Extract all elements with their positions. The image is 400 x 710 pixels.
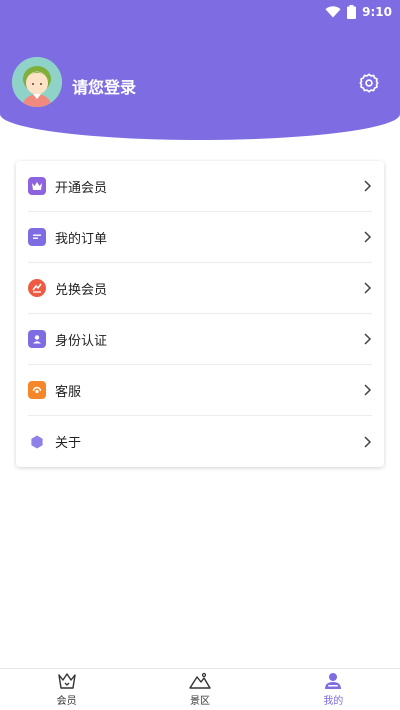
menu-label: 开通会员 xyxy=(55,180,108,196)
avatar[interactable] xyxy=(12,57,62,107)
id-icon xyxy=(28,330,46,348)
nav-item-scenic-area[interactable]: 景区 xyxy=(133,669,266,710)
chevron-right-icon xyxy=(364,282,372,294)
menu-label: 兑换会员 xyxy=(55,282,108,298)
mountain-icon xyxy=(189,672,211,689)
chevron-right-icon xyxy=(364,333,372,345)
nav-item-mine[interactable]: 我的 xyxy=(267,669,400,710)
exchange-icon xyxy=(28,279,46,297)
user-avatar-icon xyxy=(12,57,62,107)
nav-item-membership[interactable]: 会员 xyxy=(0,669,133,710)
bottom-nav: 会员 景区 我的 xyxy=(0,668,400,710)
crown-icon xyxy=(28,177,46,195)
nav-label: 景区 xyxy=(189,696,210,707)
about-icon xyxy=(28,433,46,451)
wifi-icon xyxy=(325,6,341,18)
person-icon xyxy=(325,673,342,689)
chevron-right-icon xyxy=(364,231,372,243)
menu-label: 身份认证 xyxy=(55,333,108,349)
menu-item-open-membership[interactable]: 开通会员 xyxy=(28,161,372,212)
menu-item-about[interactable]: 关于 xyxy=(28,416,372,467)
chevron-right-icon xyxy=(364,435,372,448)
menu-item-redeem-membership[interactable]: 兑换会员 xyxy=(28,263,372,314)
menu-item-my-orders[interactable]: 我的订单 xyxy=(28,212,372,263)
battery-icon xyxy=(347,5,357,19)
menu-item-customer-service[interactable]: 客服 xyxy=(28,365,372,416)
nav-label: 会员 xyxy=(56,696,77,707)
service-icon xyxy=(28,381,46,399)
nav-label: 我的 xyxy=(323,696,344,707)
menu-label: 关于 xyxy=(55,436,82,451)
crown-outline-icon xyxy=(57,673,76,689)
order-icon xyxy=(28,228,46,246)
menu-label: 客服 xyxy=(55,384,82,400)
menu-label: 我的订单 xyxy=(55,231,108,247)
chevron-right-icon xyxy=(364,180,372,192)
chevron-right-icon xyxy=(364,384,372,396)
menu-card: 开通会员 我的订单 兑换会员 身份认证 客服 关于 xyxy=(16,161,384,467)
status-bar: 9:10 xyxy=(325,0,392,24)
gear-icon xyxy=(359,73,379,93)
header-banner: 9:10 请您登录 xyxy=(0,0,400,140)
settings-button[interactable] xyxy=(358,72,380,94)
status-time: 9:10 xyxy=(362,5,392,19)
menu-item-identity-verification[interactable]: 身份认证 xyxy=(28,314,372,365)
login-prompt[interactable]: 请您登录 xyxy=(72,74,136,98)
